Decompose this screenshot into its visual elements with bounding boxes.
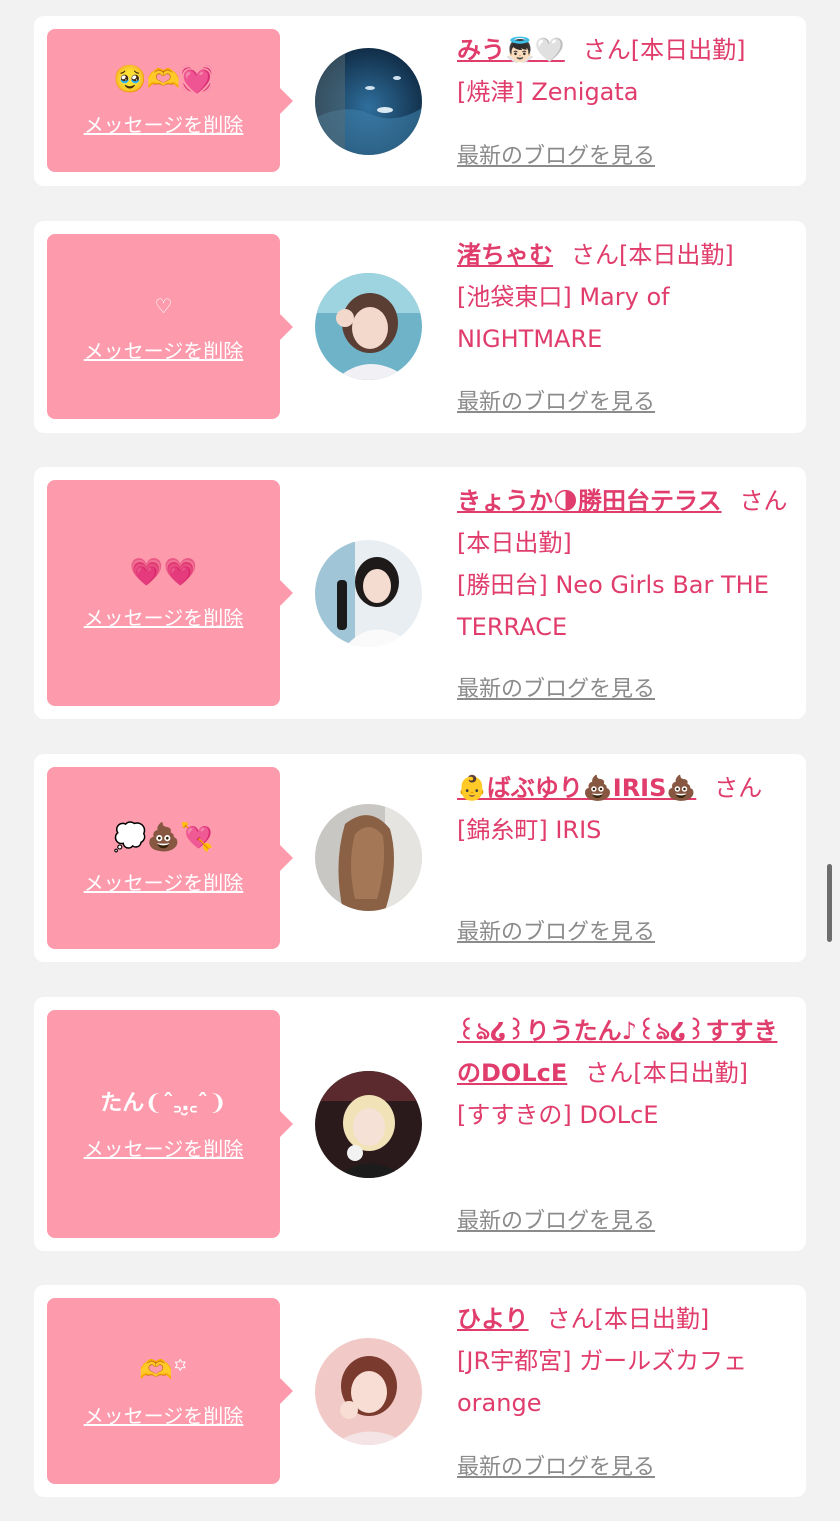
- latest-blog-link[interactable]: 最新のブログを見る: [457, 384, 655, 416]
- cast-status: さん: [714, 774, 763, 802]
- list-item: ♡ メッセージを削除 渚ちゃむ さん[本日出勤] [池袋東口] Mary of N…: [34, 221, 806, 433]
- delete-message-link[interactable]: メッセージを削除: [84, 335, 244, 364]
- message-text: 💗💗: [129, 556, 198, 588]
- list-item: 🫶꙳ メッセージを削除 ひより さん[本日出勤] [JR宇都宮] ガールズカフェ …: [34, 1285, 806, 1497]
- shop-name: [すすきの] DOLcE: [457, 1101, 659, 1129]
- shop-name: [JR宇都宮] ガールズカフェ orange: [457, 1347, 748, 1417]
- cast-status: さん[本日出勤]: [585, 1059, 748, 1087]
- cast-status: さん[本日出勤]: [571, 241, 734, 269]
- message-text: たん❨ˆ꜆.̮꜀ˆ❩: [100, 1090, 227, 1116]
- avatar[interactable]: [315, 540, 422, 647]
- list-item: 💗💗 メッセージを削除 きょうか🌗勝田台テラス さん[本日出勤] [勝田台] Ne…: [34, 467, 806, 719]
- cast-info: ꒰ঌ໒꒱りうたん♪꒰ঌ໒꒱すすきのDOLcE さん[本日出勤] [すすきの] DO…: [457, 1010, 793, 1136]
- delete-message-link[interactable]: メッセージを削除: [84, 109, 244, 138]
- cast-name-link[interactable]: きょうか🌗勝田台テラス: [457, 487, 722, 515]
- shop-name: [池袋東口] Mary of NIGHTMARE: [457, 283, 670, 353]
- shop-name: [錦糸町] IRIS: [457, 816, 602, 844]
- avatar[interactable]: [315, 48, 422, 155]
- cast-info: ひより さん[本日出勤] [JR宇都宮] ガールズカフェ orange: [457, 1298, 793, 1424]
- latest-blog-link[interactable]: 最新のブログを見る: [457, 914, 655, 946]
- delete-message-link[interactable]: メッセージを削除: [84, 867, 244, 896]
- list-item: 💭💩💘 メッセージを削除 👶ばぶゆり💩IRIS💩 さん [錦糸町] IRIS 最新…: [34, 754, 806, 962]
- avatar[interactable]: [315, 804, 422, 911]
- cast-name-link[interactable]: 渚ちゃむ: [457, 241, 553, 269]
- message-bubble: たん❨ˆ꜆.̮꜀ˆ❩ メッセージを削除: [47, 1010, 293, 1238]
- message-bubble: 💭💩💘 メッセージを削除: [47, 767, 293, 949]
- delete-message-link[interactable]: メッセージを削除: [84, 602, 244, 631]
- latest-blog-link[interactable]: 最新のブログを見る: [457, 138, 655, 170]
- delete-message-link[interactable]: メッセージを削除: [84, 1133, 244, 1162]
- message-text: 💭💩💘: [113, 821, 214, 853]
- message-text: ♡: [154, 294, 173, 318]
- message-bubble: 🫶꙳ メッセージを削除: [47, 1298, 293, 1484]
- cast-info: 渚ちゃむ さん[本日出勤] [池袋東口] Mary of NIGHTMARE: [457, 234, 793, 360]
- latest-blog-link[interactable]: 最新のブログを見る: [457, 1449, 655, 1481]
- list-item: 🥹🫶💓 メッセージを削除 みう👼🏻🤍 さん[本日出勤] [焼津] Zenigata…: [34, 16, 806, 186]
- cast-name-link[interactable]: ひより: [457, 1305, 529, 1333]
- latest-blog-link[interactable]: 最新のブログを見る: [457, 1203, 655, 1235]
- shop-name: [勝田台] Neo Girls Bar THE TERRACE: [457, 571, 769, 641]
- cast-name-link[interactable]: 👶ばぶゆり💩IRIS💩: [457, 774, 696, 802]
- message-bubble: ♡ メッセージを削除: [47, 234, 293, 419]
- list-item: たん❨ˆ꜆.̮꜀ˆ❩ メッセージを削除 ꒰ঌ໒꒱りうたん♪꒰ঌ໒꒱すすきのDOL…: [34, 997, 806, 1251]
- delete-message-link[interactable]: メッセージを削除: [84, 1400, 244, 1429]
- cast-info: みう👼🏻🤍 さん[本日出勤] [焼津] Zenigata: [457, 29, 793, 113]
- avatar[interactable]: [315, 1338, 422, 1445]
- avatar[interactable]: [315, 1071, 422, 1178]
- message-bubble: 🥹🫶💓 メッセージを削除: [47, 29, 293, 172]
- scrollbar[interactable]: [827, 864, 832, 942]
- cast-info: きょうか🌗勝田台テラス さん[本日出勤] [勝田台] Neo Girls Bar …: [457, 480, 793, 648]
- cast-status: さん[本日出勤]: [582, 36, 746, 64]
- cast-status: さん[本日出勤]: [546, 1305, 710, 1333]
- message-text: 🥹🫶💓: [113, 64, 214, 95]
- cast-info: 👶ばぶゆり💩IRIS💩 さん [錦糸町] IRIS: [457, 767, 793, 851]
- latest-blog-link[interactable]: 最新のブログを見る: [457, 671, 655, 703]
- message-bubble: 💗💗 メッセージを削除: [47, 480, 293, 706]
- shop-name: [焼津] Zenigata: [457, 78, 639, 106]
- message-text: 🫶꙳: [139, 1354, 188, 1386]
- avatar[interactable]: [315, 273, 422, 380]
- cast-name-link[interactable]: みう👼🏻🤍: [457, 36, 565, 64]
